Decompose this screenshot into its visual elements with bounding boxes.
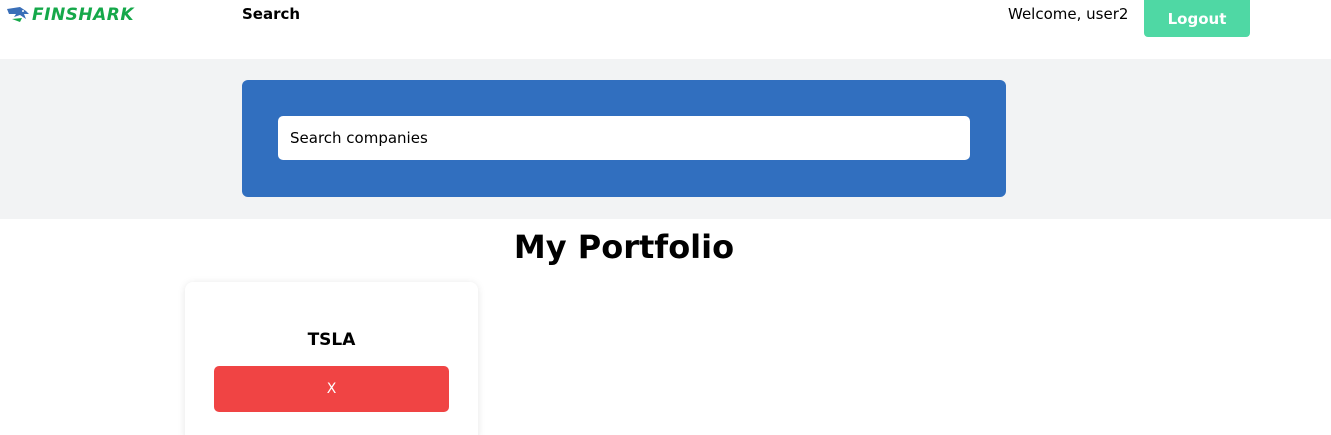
navbar: FINSHARK Search Welcome, user2 Logout	[0, 0, 1331, 59]
welcome-text: Welcome, user2	[1008, 5, 1129, 23]
logo[interactable]: FINSHARK	[6, 4, 134, 26]
remove-portfolio-button[interactable]: X	[214, 366, 449, 412]
portfolio-symbol: TSLA	[307, 330, 356, 350]
portfolio-card: TSLA X	[185, 282, 478, 435]
nav-search-link[interactable]: Search	[242, 5, 300, 23]
portfolio-title: My Portfolio	[513, 228, 735, 266]
search-panel	[242, 80, 1006, 197]
search-section	[0, 59, 1331, 219]
search-input[interactable]	[278, 116, 970, 160]
logout-button[interactable]: Logout	[1144, 0, 1250, 37]
logo-text: FINSHARK	[32, 5, 135, 25]
shark-icon	[7, 7, 29, 22]
